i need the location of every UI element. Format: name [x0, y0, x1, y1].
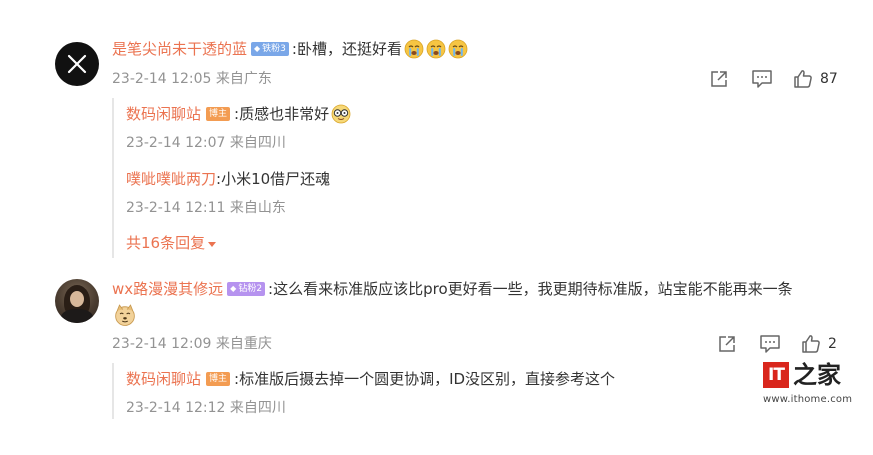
comment-icon: [760, 335, 780, 353]
comment-timestamp: 23-2-14 12:09 来自重庆: [112, 336, 272, 352]
glasses-face-icon: [331, 104, 351, 124]
comment-body: wx路漫漫其修远 ◆ 钻粉2 :这么看来标准版应该比pro更好看一些，我更期待标准…: [112, 279, 793, 299]
comment-button[interactable]: [751, 69, 773, 89]
share-button[interactable]: [709, 69, 729, 89]
like-button[interactable]: 2: [801, 334, 837, 354]
username-link[interactable]: 是笔尖尚未干透的蓝: [112, 39, 247, 59]
fan-badge-label: 铁粉3: [262, 44, 286, 54]
comment-actions: 2: [717, 334, 837, 354]
comment-button[interactable]: [759, 334, 781, 354]
doge-face-icon: [115, 304, 135, 326]
username-link[interactable]: wx路漫漫其修远: [112, 279, 223, 299]
like-button[interactable]: 87: [793, 69, 838, 89]
username-link[interactable]: 数码闲聊站: [126, 369, 201, 389]
reply-body: 噗呲噗呲两刀 :小米10借尸还魂: [126, 169, 330, 189]
reply-timestamp: 23-2-14 12:11 来自山东: [126, 200, 286, 216]
like-count: 87: [820, 71, 838, 87]
thumbs-up-icon: [794, 70, 812, 88]
reply-timestamp: 23-2-14 12:12 来自四川: [126, 400, 286, 416]
reply-body: 数码闲聊站 博主 :质感也非常好: [126, 104, 351, 124]
avatar-face: [70, 291, 84, 307]
avatar-body: [61, 309, 93, 323]
reply-text: :标准版后摄去掉一个圆更协调，ID没区别，直接参考这个: [234, 370, 616, 388]
caret-down-icon: [208, 241, 217, 247]
reply-list: 数码闲聊站 博主 :标准版后摄去掉一个圆更协调，ID没区别，直接参考这个 23-…: [112, 363, 712, 419]
share-button[interactable]: [717, 334, 737, 354]
username-link[interactable]: 噗呲噗呲两刀: [126, 169, 216, 189]
diamond-icon: ◆: [230, 284, 237, 293]
comment-text: :卧槽，还挺好看: [291, 40, 402, 58]
x-logo-icon: [67, 54, 87, 74]
username-link[interactable]: 数码闲聊站: [126, 104, 201, 124]
comment-body: 是笔尖尚未干透的蓝 ◆ 铁粉3 :卧槽，还挺好看: [112, 39, 468, 59]
watermark-url: www.ithome.com: [763, 394, 853, 405]
more-replies-label: 共16条回复: [126, 234, 206, 252]
comment-text: :这么看来标准版应该比pro更好看一些，我更期待标准版，站宝能不能再来一条: [268, 280, 793, 298]
crying-face-icon: [448, 39, 468, 59]
ithome-logo: IT 之家: [763, 362, 853, 388]
reply-timestamp: 23-2-14 12:07 来自四川: [126, 135, 286, 151]
more-replies-link[interactable]: 共16条回复: [126, 233, 217, 253]
diamond-icon: ◆: [254, 44, 261, 53]
share-icon: [711, 71, 727, 87]
diamond-fan-badge[interactable]: ◆ 钻粉2: [227, 282, 266, 296]
fan-badge[interactable]: ◆ 铁粉3: [251, 42, 289, 56]
comment-actions: 87: [709, 69, 838, 89]
like-count: 2: [828, 336, 837, 352]
crying-face-icon: [404, 39, 424, 59]
ithome-watermark: IT 之家 www.ithome.com: [763, 362, 853, 405]
avatar[interactable]: [55, 279, 99, 323]
reply-text: :质感也非常好: [234, 105, 330, 123]
host-badge: 博主: [206, 107, 231, 121]
comment-icon: [752, 70, 772, 88]
reply-body: 数码闲聊站 博主 :标准版后摄去掉一个圆更协调，ID没区别，直接参考这个: [126, 369, 615, 389]
host-badge: 博主: [206, 372, 231, 386]
reply-text: :小米10借尸还魂: [216, 170, 331, 188]
thumbs-up-icon: [802, 335, 820, 353]
avatar[interactable]: [55, 42, 99, 86]
ithome-logo-text: 之家: [793, 360, 841, 389]
crying-face-icon: [426, 39, 446, 59]
comment-timestamp: 23-2-14 12:05 来自广东: [112, 71, 272, 87]
fan-badge-label: 钻粉2: [238, 284, 263, 294]
share-icon: [719, 336, 735, 352]
reply-list: 数码闲聊站 博主 :质感也非常好 23-2-14 12:07 来自四川 噗呲噗呲…: [112, 98, 752, 258]
ithome-logo-mark: IT: [763, 362, 789, 388]
